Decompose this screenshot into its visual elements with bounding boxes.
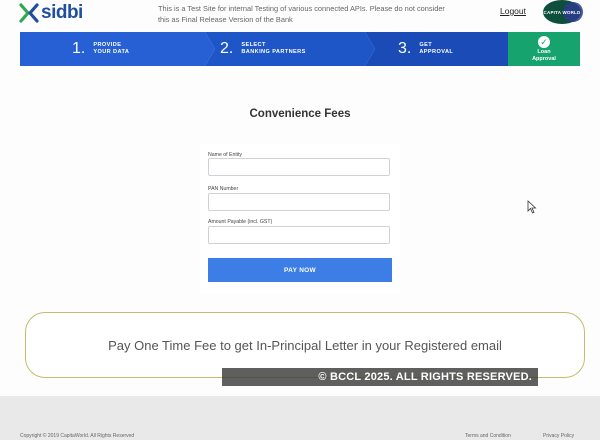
entity-name-input[interactable] xyxy=(208,158,390,176)
capita-world-logo: CAPITA WORLD xyxy=(543,0,583,24)
step-label-line1: GET xyxy=(419,42,433,49)
mouse-cursor-icon xyxy=(527,200,537,214)
step-number: 2. xyxy=(220,40,234,57)
pan-number-input[interactable] xyxy=(208,193,390,211)
pay-now-button[interactable]: PAY NOW xyxy=(208,258,392,282)
avatar-text: CAPITA WORLD xyxy=(543,9,581,15)
step-select-partners: 2. SELECT BANKING PARTNERS xyxy=(220,32,306,66)
step-label-line2: BANKING PARTNERS xyxy=(241,49,306,55)
done-label-line1: Loan xyxy=(537,49,551,55)
page-title: Convenience Fees xyxy=(249,108,351,120)
amount-payable-input[interactable] xyxy=(208,226,390,244)
convenience-fee-form: Name of Entity PAN Number Amount Payable… xyxy=(200,144,400,294)
check-icon: ✓ xyxy=(538,36,550,48)
done-label-line2: Approval xyxy=(532,55,556,62)
step-provide-data: 1. PROVIDE YOUR DATA xyxy=(72,32,129,66)
step-label: PROVIDE YOUR DATA xyxy=(93,42,129,56)
step-number: 3. xyxy=(398,40,412,57)
banner-text: Pay One Time Fee to get In-Principal Let… xyxy=(108,337,502,353)
step-get-approval: 3. GET APPROVAL xyxy=(398,32,453,66)
step-label-line2: APPROVAL xyxy=(419,49,454,55)
step-loan-approval: ✓ Loan Approval xyxy=(508,32,580,66)
step-label: GET APPROVAL xyxy=(419,42,453,56)
step-label: SELECT BANKING PARTNERS xyxy=(241,42,305,56)
copyright-watermark: © BCCL 2025. ALL RIGHTS RESERVED. xyxy=(222,368,538,386)
logout-link[interactable]: Logout xyxy=(500,6,526,16)
step-number: 1. xyxy=(72,40,86,57)
sidbi-logo[interactable]: sidbi xyxy=(18,2,108,24)
pan-number-label: PAN Number xyxy=(208,186,239,192)
step-done-label: Loan Approval xyxy=(532,49,556,62)
sidbi-x-icon xyxy=(19,3,39,23)
terms-link[interactable]: Terms and Condition xyxy=(465,433,511,439)
footer-copyright: Copyright © 2019 CapitaWorld. All Rights… xyxy=(20,433,135,439)
step-label-line1: SELECT xyxy=(241,42,266,49)
step-label-line2: YOUR DATA xyxy=(93,49,130,55)
progress-stepper: 1. PROVIDE YOUR DATA 2. SELECT BANKING P… xyxy=(20,32,580,66)
privacy-link[interactable]: Privacy Policy xyxy=(543,433,574,439)
amount-payable-label: Amount Payable (incl. GST) xyxy=(208,219,273,225)
logo-text: sidbi xyxy=(41,2,83,23)
test-site-notice: This is a Test Site for internal Testing… xyxy=(158,4,445,24)
step-label-line1: PROVIDE xyxy=(93,42,122,49)
